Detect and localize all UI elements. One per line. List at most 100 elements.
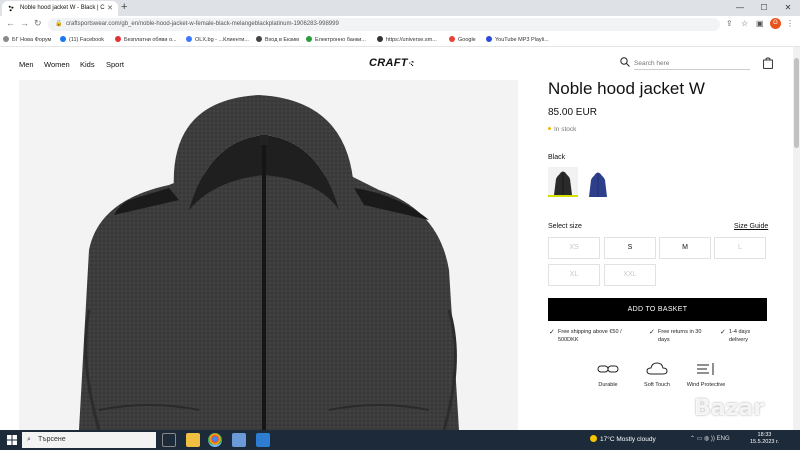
clock-time: 18:33 xyxy=(757,432,772,438)
nav-women[interactable]: Women xyxy=(44,60,70,69)
bookmark-item[interactable]: Електронно банки... xyxy=(306,36,366,43)
feature-durable: Durable xyxy=(588,362,628,388)
share-icon[interactable]: ⇪ xyxy=(726,19,733,28)
file-explorer-icon[interactable] xyxy=(186,433,200,447)
shopping-bag-icon[interactable] xyxy=(763,57,773,69)
app-taskbar-icon[interactable] xyxy=(232,433,246,447)
bookmark-item[interactable]: OLX.bg - ...Клиенти... xyxy=(186,36,249,43)
language-indicator: ENG xyxy=(716,436,730,442)
taskbar-search[interactable]: ⌕ Търсене xyxy=(22,432,156,448)
extensions-icon[interactable]: ▣ xyxy=(756,19,764,28)
new-tab-icon[interactable]: + xyxy=(121,1,127,13)
maximize-icon[interactable]: ☐ xyxy=(752,0,776,16)
size-m[interactable]: M xyxy=(659,237,711,259)
swatch-blue[interactable] xyxy=(583,167,613,197)
chrome-taskbar-icon[interactable] xyxy=(208,433,222,447)
weather-widget[interactable]: 17°C Mostly cloudy xyxy=(590,435,656,443)
wind-icon xyxy=(697,363,714,375)
usp-line: 500DKK xyxy=(558,337,579,343)
bookmark-favicon-icon xyxy=(115,36,121,42)
taskbar-clock[interactable]: 18:33 15.5.2023 г. xyxy=(750,432,779,446)
logo-dots-icon: ⁖: xyxy=(407,59,414,68)
stock-text: In stock xyxy=(554,126,577,133)
minimize-icon[interactable]: — xyxy=(728,0,752,16)
address-bar[interactable]: 🔒 craftsportswear.com/gb_en/noble-hood-j… xyxy=(48,18,720,31)
close-tab-icon[interactable]: ✕ xyxy=(107,1,113,16)
nav-men[interactable]: Men xyxy=(19,60,34,69)
bookmark-favicon-icon xyxy=(186,36,192,42)
bookmark-item[interactable]: Вход в Екзим xyxy=(256,36,299,43)
scrollbar-thumb[interactable] xyxy=(794,58,799,148)
close-window-icon[interactable]: ✕ xyxy=(776,0,800,16)
system-tray[interactable]: ⌃ ▭ ◍ )) ENG xyxy=(690,435,730,442)
size-guide-link[interactable]: Size Guide xyxy=(734,223,768,230)
window-controls: — ☐ ✕ xyxy=(728,0,800,16)
feature-soft-touch: Soft Touch xyxy=(637,362,677,388)
bookmark-item[interactable]: (11) Facebook xyxy=(60,36,104,43)
back-icon[interactable]: ← xyxy=(6,18,15,28)
size-xxl[interactable]: XXL xyxy=(604,264,656,286)
bookmark-label: БГ Нова Форум xyxy=(12,37,52,43)
craft-favicon-icon xyxy=(8,5,14,12)
durable-chain-icon xyxy=(597,365,619,373)
bookmark-star-icon[interactable]: ☆ xyxy=(741,19,748,28)
black-jacket-thumbnail-icon xyxy=(548,167,578,195)
tab-title: Noble hood jacket W - Black | C xyxy=(20,5,105,11)
bookmark-favicon-icon xyxy=(306,36,312,42)
bookmark-favicon-icon xyxy=(486,36,492,42)
bookmark-item[interactable]: Google xyxy=(449,36,476,43)
bookmark-favicon-icon xyxy=(377,36,383,42)
browser-tab-active[interactable]: Noble hood jacket W - Black | C ✕ xyxy=(2,1,118,16)
bookmark-label: https://universe.sm... xyxy=(386,37,437,43)
craft-logo[interactable]: CRAFT⁖: xyxy=(369,57,414,69)
address-url: craftsportswear.com/gb_en/noble-hood-jac… xyxy=(66,21,339,27)
nav-kids[interactable]: Kids xyxy=(80,60,95,69)
bookmark-item[interactable]: YouTube MP3 Playli... xyxy=(486,36,549,43)
search-icon[interactable] xyxy=(620,57,630,67)
bookmark-label: Електронно банки... xyxy=(315,37,366,43)
size-s[interactable]: S xyxy=(604,237,656,259)
bookmark-item[interactable]: Безплатни обяви о... xyxy=(115,36,177,43)
check-icon: ✓ xyxy=(720,329,726,336)
product-image[interactable] xyxy=(19,80,518,430)
menu-dots-icon[interactable]: ⋮ xyxy=(786,19,794,28)
cloud-icon xyxy=(646,362,668,375)
bazar-watermark: Bazar xyxy=(694,396,765,421)
browser-tabstrip: Noble hood jacket W - Black | C ✕ + — ☐ … xyxy=(0,0,800,16)
usp-line: 1-4 days xyxy=(729,329,751,335)
bookmark-label: (11) Facebook xyxy=(69,37,105,43)
task-view-icon[interactable] xyxy=(162,433,176,447)
blue-jacket-thumbnail-icon xyxy=(583,167,613,197)
check-icon: ✓ xyxy=(649,329,655,336)
browser-toolbar: ← → ↻ 🔒 craftsportswear.com/gb_en/noble-… xyxy=(0,16,800,33)
feature-wind-protective: Wind Protective xyxy=(686,362,726,388)
bookmark-label: YouTube MP3 Playli... xyxy=(495,37,549,43)
size-xl[interactable]: XL xyxy=(548,264,600,286)
profile-avatar[interactable]: G xyxy=(770,18,781,29)
stock-dot-icon xyxy=(548,127,551,130)
bookmark-item[interactable]: https://universe.sm... xyxy=(377,36,437,43)
reload-icon[interactable]: ↻ xyxy=(34,18,42,29)
bookmark-label: OLX.bg - ...Клиенти... xyxy=(195,37,249,43)
bookmark-label: Безплатни обяви о... xyxy=(124,37,177,43)
color-label: Black xyxy=(548,154,566,161)
tray-icons: ⌃ ▭ ◍ )) xyxy=(690,436,717,442)
photos-taskbar-icon[interactable] xyxy=(256,433,270,447)
add-to-basket-button[interactable]: ADD TO BASKET xyxy=(548,298,767,321)
bookmark-label: Google xyxy=(458,37,476,43)
windows-start-icon[interactable] xyxy=(7,435,17,445)
taskbar-search-text: Търсене xyxy=(38,436,66,443)
taskbar-search-icon: ⌕ xyxy=(27,436,31,443)
lock-icon: 🔒 xyxy=(55,21,63,27)
bookmarks-bar: БГ Нова Форум (11) Facebook Безплатни обяв… xyxy=(0,33,800,47)
bookmark-favicon-icon xyxy=(256,36,262,42)
bookmark-item[interactable]: БГ Нова Форум xyxy=(3,36,51,43)
swatch-black[interactable] xyxy=(548,167,578,197)
size-l[interactable]: L xyxy=(714,237,766,259)
clock-date: 15.5.2023 г. xyxy=(750,439,779,445)
search-input[interactable] xyxy=(634,58,750,70)
nav-sport[interactable]: Sport xyxy=(106,60,124,69)
feature-label: Durable xyxy=(598,382,618,388)
size-xs[interactable]: XS xyxy=(548,237,600,259)
forward-icon[interactable]: → xyxy=(20,18,29,28)
